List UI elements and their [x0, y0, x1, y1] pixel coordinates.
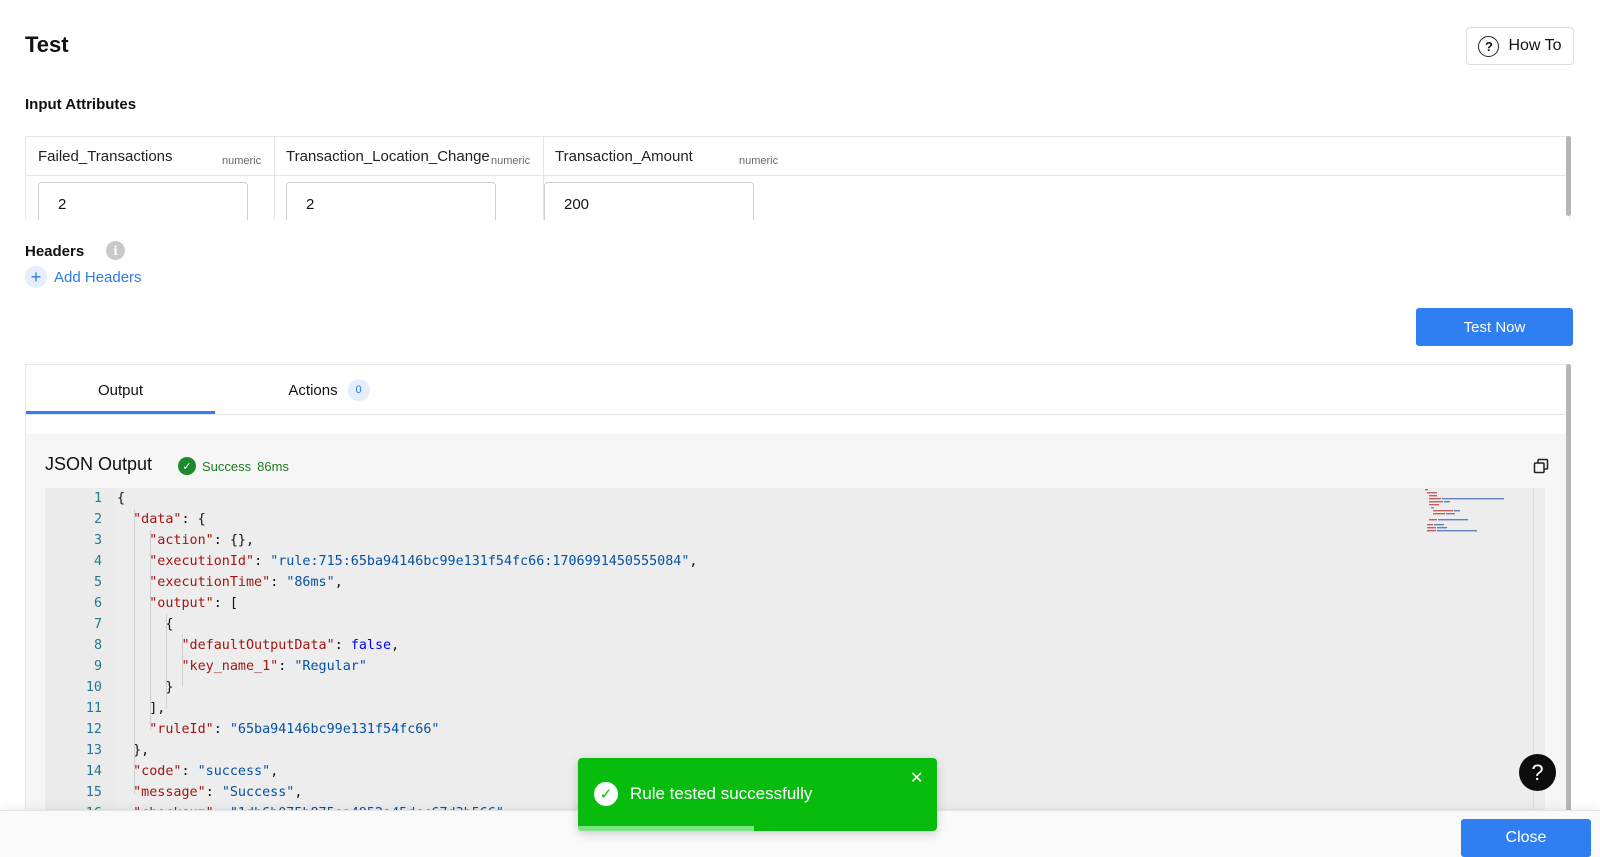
test-now-button[interactable]: Test Now: [1416, 308, 1573, 346]
status-text: Success: [202, 458, 252, 474]
code-line: 7 {: [45, 614, 1485, 635]
transaction-location-change-input[interactable]: 2: [286, 182, 496, 220]
line-number: 3: [93, 533, 102, 548]
tab-actions[interactable]: Actions 0: [274, 365, 384, 415]
indent-guide: [166, 614, 167, 709]
line-number: 12: [85, 722, 102, 737]
code-text: "defaultOutputData": false,: [181, 638, 400, 653]
check-circle-icon: ✓: [594, 782, 618, 806]
success-toast: ✓ Rule tested successfully ✕: [578, 758, 937, 831]
code-text: "key_name_1": "Regular": [181, 659, 367, 674]
page-title: Test: [25, 32, 69, 57]
attribute-name: Transaction_Amount: [555, 148, 693, 165]
attribute-type: numeric: [222, 155, 262, 167]
code-line: 2 "data": {: [45, 509, 1485, 530]
attribute-type: numeric: [491, 155, 531, 167]
status-time: 86ms: [257, 458, 289, 474]
attribute-header-transaction-amount: Transaction_Amount numeric: [543, 137, 793, 176]
code-text: "executionId": "rule:715:65ba94146bc99e1…: [149, 554, 698, 569]
line-number: 4: [93, 554, 102, 569]
code-line: 11 ],: [45, 698, 1485, 719]
copy-icon[interactable]: [1533, 458, 1549, 474]
results-panel: Output Actions 0 JSON Output ✓ Success 8…: [25, 364, 1570, 814]
status-badge: ✓ Success 86ms: [178, 457, 289, 475]
line-number: 1: [93, 491, 102, 506]
line-number: 5: [93, 575, 102, 590]
test-page: Test ? How To Input Attributes Failed_Tr…: [0, 0, 1600, 857]
code-line: 6 "output": [: [45, 593, 1485, 614]
code-line: 8 "defaultOutputData": false,: [45, 635, 1485, 656]
close-button[interactable]: Close: [1461, 819, 1591, 857]
toast-progress-bar: [578, 826, 754, 831]
line-number: 2: [93, 512, 102, 527]
code-text: {: [117, 617, 174, 632]
attributes-scrollbar[interactable]: [1566, 136, 1571, 216]
code-text: "message": "Success",: [133, 785, 303, 800]
attribute-header-transaction-location-change: Transaction_Location_Change numeric: [274, 137, 543, 176]
how-to-button[interactable]: ? How To: [1466, 27, 1574, 65]
close-icon[interactable]: ✕: [910, 768, 923, 788]
line-number: 6: [93, 596, 102, 611]
line-number: 9: [93, 659, 102, 674]
results-tabs: Output Actions 0: [26, 365, 1569, 415]
actions-count-badge: 0: [347, 379, 370, 401]
line-number: 10: [85, 680, 102, 695]
attributes-header-row: Failed_Transactions numeric Transaction_…: [26, 137, 1569, 176]
indent-guide: [134, 509, 135, 794]
attribute-name: Failed_Transactions: [38, 148, 173, 165]
info-icon[interactable]: i: [106, 241, 125, 260]
json-output-title: JSON Output: [45, 454, 153, 474]
failed-transactions-input[interactable]: 2: [38, 182, 248, 220]
code-text: }: [117, 680, 174, 695]
attribute-type: numeric: [739, 155, 779, 167]
question-circle-icon: ?: [1478, 35, 1500, 57]
active-tab-indicator: [26, 411, 215, 414]
help-bubble-icon[interactable]: ?: [1519, 754, 1556, 791]
panel-scrollbar[interactable]: [1566, 364, 1571, 814]
code-text: {: [117, 491, 126, 506]
code-minimap[interactable]: [1425, 488, 1525, 533]
transaction-amount-input[interactable]: 200: [544, 182, 754, 220]
column-divider: [274, 137, 275, 220]
line-number: 13: [85, 743, 102, 758]
code-line: 4 "executionId": "rule:715:65ba94146bc99…: [45, 551, 1485, 572]
indent-guide: [182, 635, 183, 687]
code-text: "output": [: [149, 596, 238, 611]
attribute-header-failed-transactions: Failed_Transactions numeric: [26, 137, 274, 176]
tab-actions-label: Actions: [288, 381, 338, 399]
code-text: "data": {: [133, 512, 206, 527]
code-line: 10 }: [45, 677, 1485, 698]
code-line: 3 "action": {},: [45, 530, 1485, 551]
code-line: 12 "ruleId": "65ba94146bc99e131f54fc66": [45, 719, 1485, 740]
indent-guide: [150, 530, 151, 730]
how-to-label: How To: [1508, 37, 1562, 54]
attribute-name: Transaction_Location_Change: [286, 148, 490, 165]
code-line: 9 "key_name_1": "Regular": [45, 656, 1485, 677]
headers-label: Headers: [25, 243, 85, 260]
line-number: 11: [85, 701, 102, 716]
toast-message: Rule tested successfully: [630, 784, 813, 803]
tab-output-label: Output: [97, 381, 144, 399]
plus-icon: +: [25, 266, 47, 288]
tab-output[interactable]: Output: [26, 365, 215, 415]
code-text: ],: [117, 701, 166, 716]
code-text: "action": {},: [149, 533, 255, 548]
json-output-section: JSON Output ✓ Success 86ms 1{2 "data": {…: [26, 434, 1569, 814]
add-headers-label: Add Headers: [54, 268, 142, 286]
code-line: 5 "executionTime": "86ms",: [45, 572, 1485, 593]
code-text: "code": "success",: [133, 764, 279, 779]
code-line: 1{: [45, 488, 1485, 509]
input-attributes-label: Input Attributes: [25, 96, 137, 113]
line-number: 8: [93, 638, 102, 653]
check-circle-icon: ✓: [178, 457, 196, 475]
add-headers-button[interactable]: + Add Headers: [25, 266, 142, 288]
input-attributes-table: Failed_Transactions numeric Transaction_…: [25, 136, 1570, 220]
line-number: 14: [85, 764, 102, 779]
code-text: "ruleId": "65ba94146bc99e131f54fc66": [149, 722, 440, 737]
line-number: 7: [93, 617, 102, 632]
line-number: 15: [85, 785, 102, 800]
